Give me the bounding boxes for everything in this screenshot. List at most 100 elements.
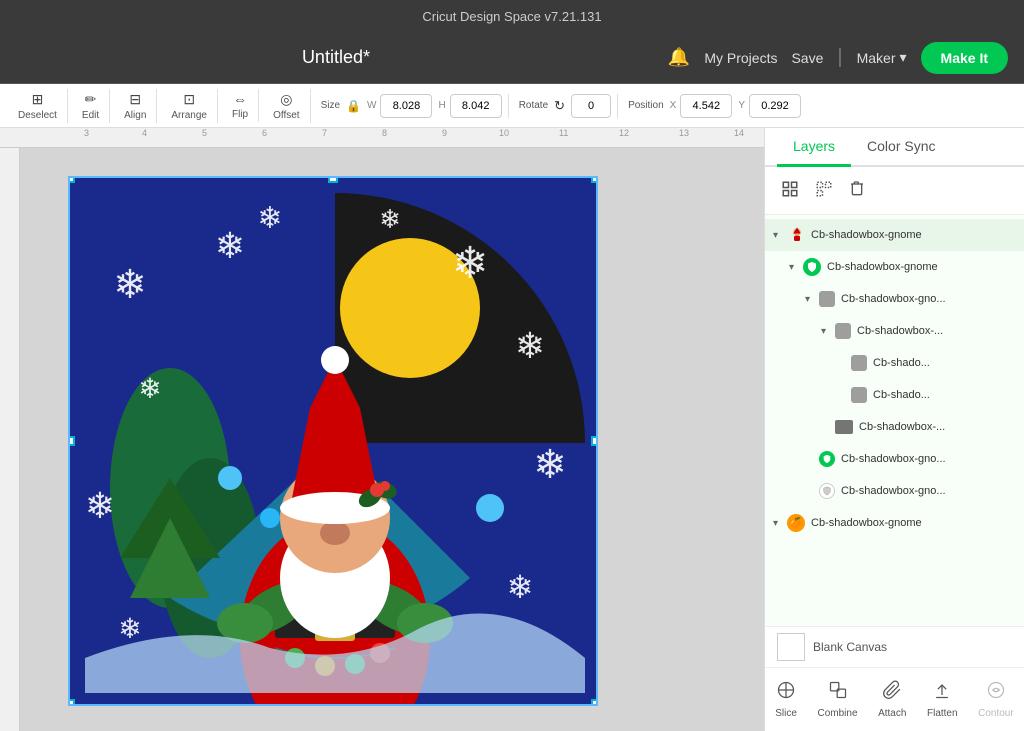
canvas-area[interactable]: 3 4 5 6 7 8 9 10 11 12 13 14 [0,128,764,731]
svg-text:❄: ❄ [452,239,489,288]
svg-text:❄: ❄ [113,263,147,307]
shield-icon [822,454,832,464]
green-layer-icon [803,258,821,276]
position-group: Position X Y [622,94,807,118]
notification-icon[interactable]: 🔔 [668,47,690,68]
list-item[interactable]: Cb-shadowbox-gno... [765,443,1024,475]
combine-button[interactable]: Combine [810,676,866,723]
svg-text:❄: ❄ [533,443,567,487]
x-input[interactable] [680,94,732,118]
rotate-input[interactable] [571,94,611,118]
tab-color-sync[interactable]: Color Sync [851,128,951,167]
combine-icon [828,680,848,705]
width-label: W [367,100,376,111]
list-item[interactable]: ▾ Cb-shadowbox-gnome [765,219,1024,251]
blank-canvas-label: Blank Canvas [813,640,887,654]
chevron-icon[interactable]: ▾ [821,326,835,337]
canvas-content[interactable]: ❄ ❄ ❄ ❄ ❄ ❄ ❄ ❄ ❄ ❄ ❄ [20,148,764,731]
width-input[interactable] [380,94,432,118]
flatten-label: Flatten [927,708,958,719]
list-item[interactable]: Cb-shado... [765,347,1024,379]
machine-label: Maker [857,50,896,66]
flip-group: ⇔ Flip [222,89,259,122]
y-input[interactable] [749,94,801,118]
my-projects-button[interactable]: My Projects [704,50,777,66]
deselect-group: ⊞ Deselect [8,89,68,123]
size-group: Size 🔒 W H [315,94,509,118]
ruler-top: 3 4 5 6 7 8 9 10 11 12 13 14 [0,128,764,148]
arrange-button[interactable]: ⊡ Arrange [167,89,211,123]
chevron-icon[interactable]: ▾ [789,262,803,273]
svg-text:❄: ❄ [118,613,141,644]
align-icon: ⊟ [129,91,141,108]
right-panel: Layers Color Sync [764,128,1024,731]
delete-layer-button[interactable] [845,175,869,206]
ungroup-layers-button[interactable] [811,176,837,205]
slice-label: Slice [775,708,797,719]
title-bar: Cricut Design Space v7.21.131 [0,0,1024,32]
list-item[interactable]: ▾ Cb-shadowbox-gno... [765,283,1024,315]
make-it-button[interactable]: Make It [921,42,1008,74]
list-item[interactable]: ▾ Cb-shadowbox-... [765,315,1024,347]
list-item[interactable]: Cb-shadowbox-... [765,411,1024,443]
layer-name: Cb-shadowbox-gnome [811,517,1016,529]
align-group: ⊟ Align [114,89,157,123]
chevron-icon[interactable]: ▾ [773,230,787,241]
gnome-icon [788,226,806,244]
tab-layers[interactable]: Layers [777,128,851,167]
width-input-group: W [367,94,432,118]
flatten-icon [932,680,952,705]
ruler-left [0,148,20,731]
gray-layer-icon [835,323,851,339]
layer-name: Cb-shadowbox-gnome [811,229,1016,241]
machine-selector[interactable]: Maker ▾ [857,49,907,66]
attach-button[interactable]: Attach [870,676,914,723]
list-item[interactable]: ▾ 🍊 Cb-shadowbox-gnome [765,507,1024,539]
gray-layer-icon [851,387,867,403]
gray-layer-icon [851,355,867,371]
offset-button[interactable]: ◎ Offset [269,89,304,123]
list-item[interactable]: Cb-shado... [765,379,1024,411]
chevron-icon[interactable]: ▾ [805,294,819,305]
list-item[interactable]: ▾ Cb-shadowbox-gnome [765,251,1024,283]
rotate-group: Rotate ↻ [513,94,618,118]
document-title: Untitled* [16,47,656,68]
height-input[interactable] [450,94,502,118]
attach-icon [882,680,902,705]
group-layers-button[interactable] [777,176,803,205]
lock-icon: 🔒 [346,99,361,113]
align-button[interactable]: ⊟ Align [120,89,150,123]
slice-button[interactable]: Slice [767,676,805,723]
shield-icon [822,486,832,496]
panel-toolbar [765,167,1024,215]
height-input-group: H [438,94,501,118]
contour-button[interactable]: Contour [970,676,1022,723]
ungroup-icon [815,180,833,198]
layers-list[interactable]: ▾ Cb-shadowbox-gnome ▾ Cb-shadowbox-gnom… [765,215,1024,626]
main: 3 4 5 6 7 8 9 10 11 12 13 14 [0,128,1024,731]
toolbar: ⊞ Deselect ✏ Edit ⊟ Align ⊡ Arrange ⇔ Fl… [0,84,1024,128]
offset-icon: ◎ [280,91,292,108]
blank-canvas-row[interactable]: Blank Canvas [765,626,1024,667]
group-icon [781,180,799,198]
design-svg: ❄ ❄ ❄ ❄ ❄ ❄ ❄ ❄ ❄ ❄ ❄ [70,178,598,706]
edit-button[interactable]: ✏ Edit [78,89,103,123]
blank-canvas-swatch [777,633,805,661]
y-label: Y [738,100,745,111]
panel-tabs: Layers Color Sync [765,128,1024,167]
svg-text:❄: ❄ [138,373,161,404]
layer-name: Cb-shadowbox-... [859,421,1016,433]
slice-icon [776,680,796,705]
position-label: Position [628,100,664,111]
save-button[interactable]: Save [791,50,823,66]
flatten-button[interactable]: Flatten [919,676,966,723]
layer-name: Cb-shadowbox-gno... [841,453,1016,465]
green-layer-icon [819,451,835,467]
edit-group: ✏ Edit [72,89,110,123]
layer-name: Cb-shado... [873,389,1016,401]
design-canvas[interactable]: ❄ ❄ ❄ ❄ ❄ ❄ ❄ ❄ ❄ ❄ ❄ [68,176,598,706]
list-item[interactable]: Cb-shadowbox-gno... [765,475,1024,507]
deselect-button[interactable]: ⊞ Deselect [14,89,61,123]
chevron-icon[interactable]: ▾ [773,518,787,529]
flip-button[interactable]: ⇔ Flip [228,89,252,122]
